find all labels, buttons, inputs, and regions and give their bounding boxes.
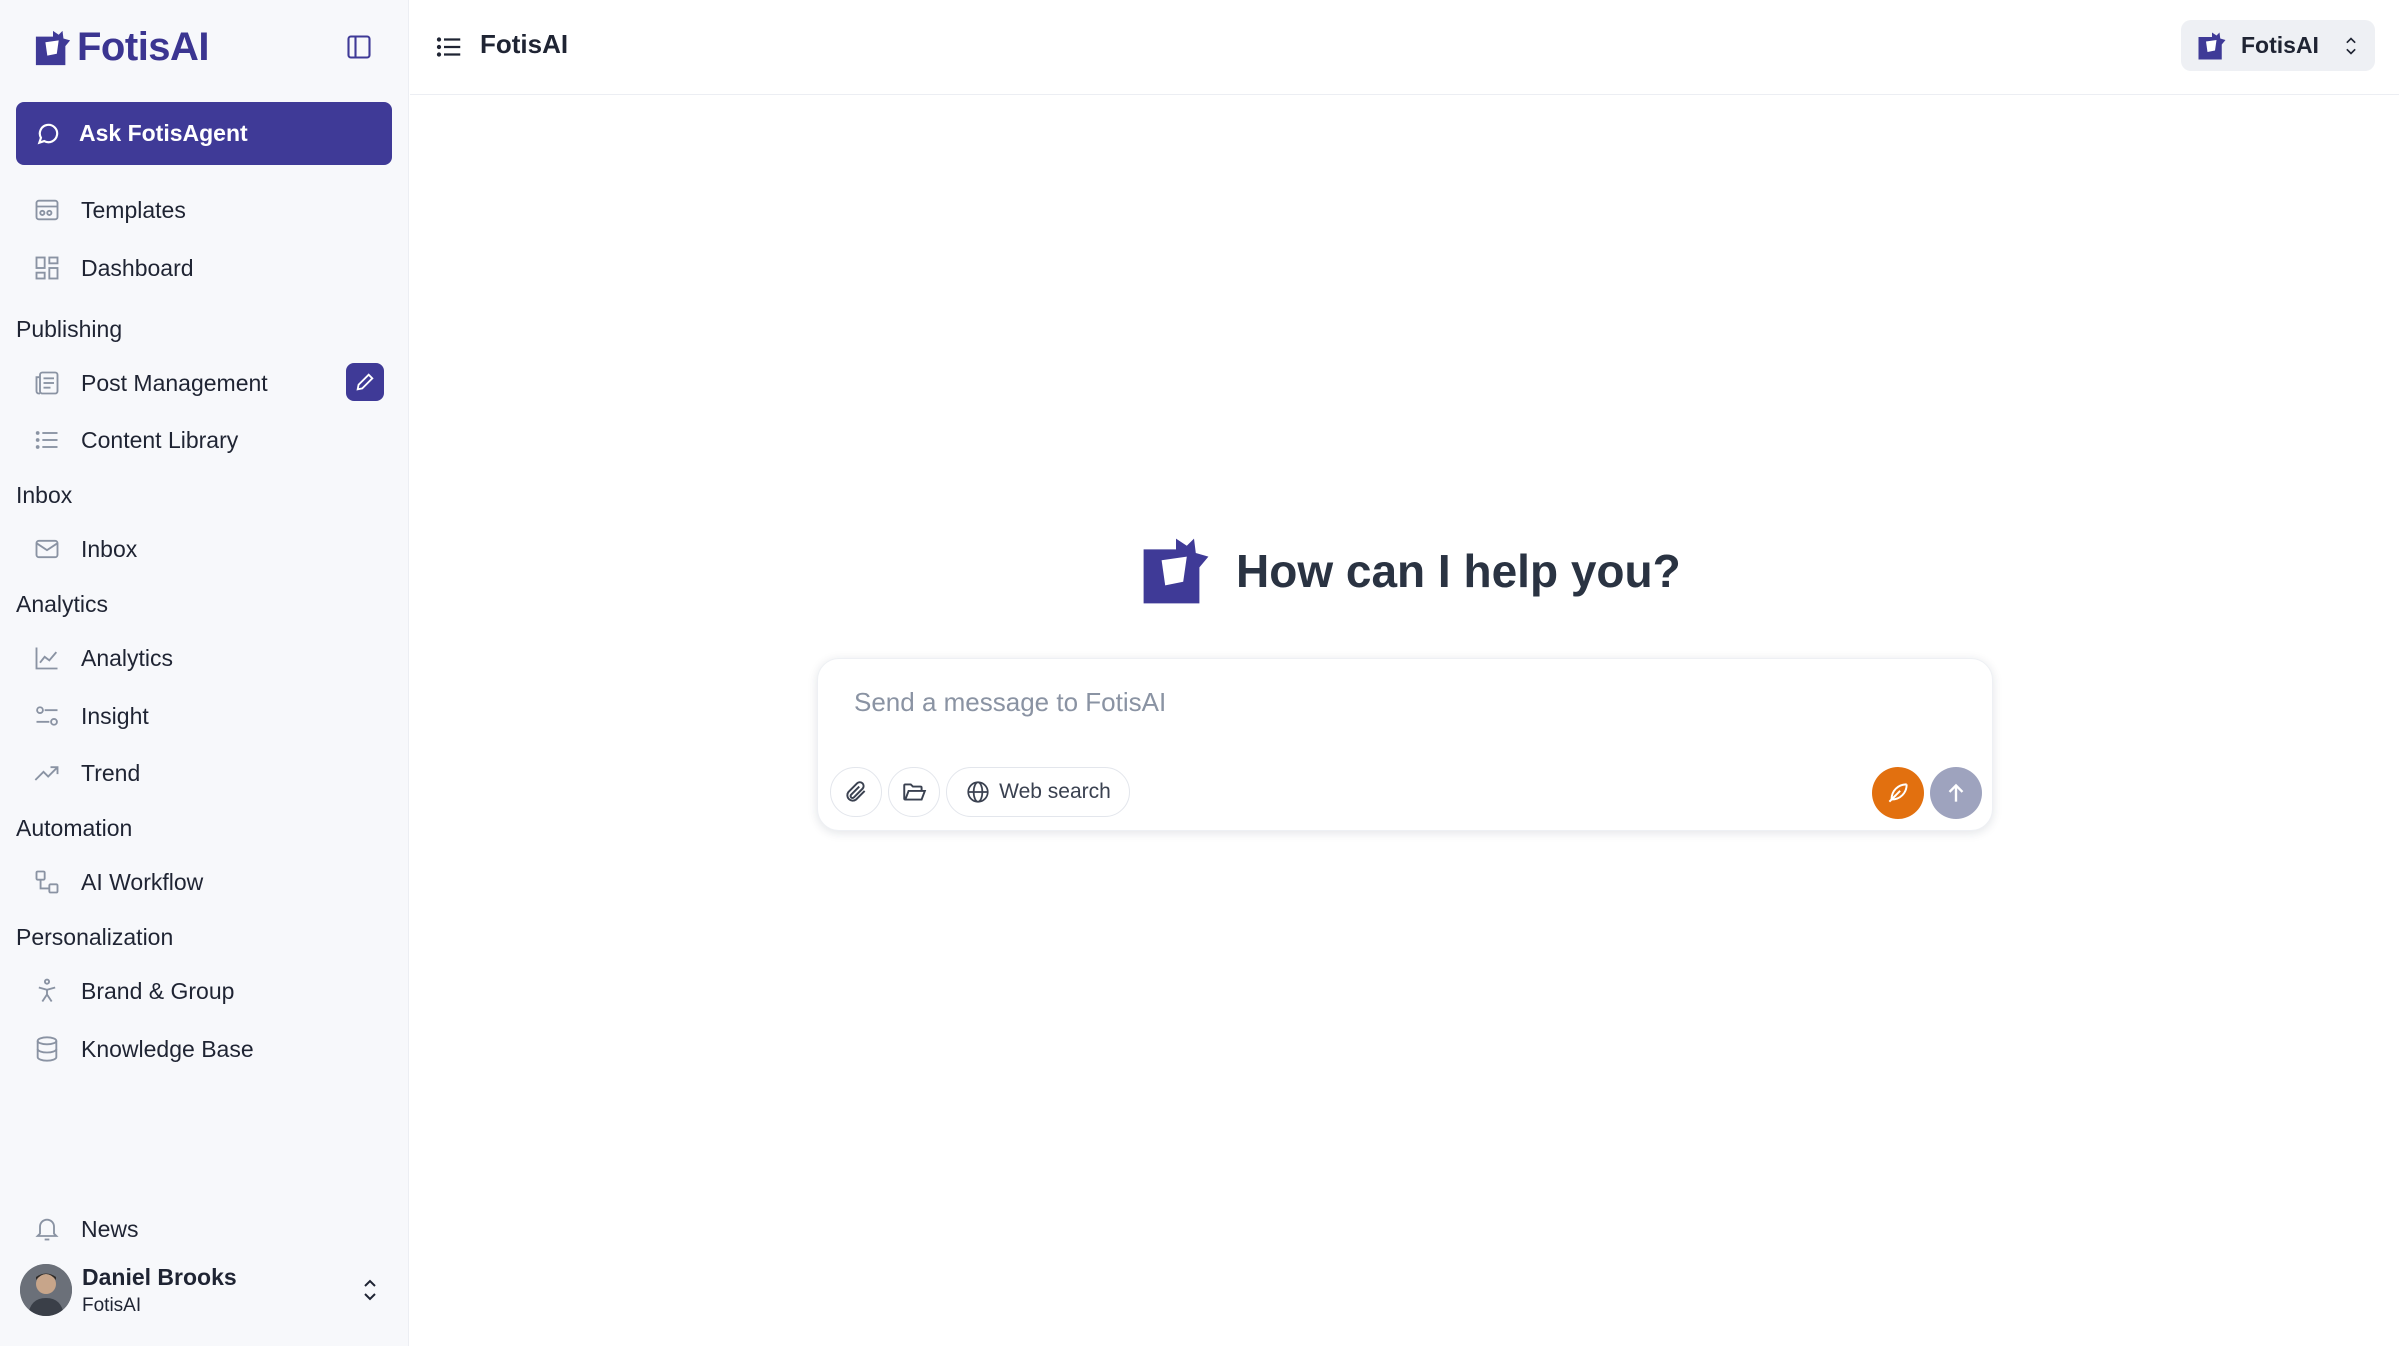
menu-list-icon[interactable] [434,32,464,62]
sidebar-item-dashboard[interactable]: Dashboard [16,243,392,293]
sidebar-item-label: Content Library [81,426,239,453]
section-personalization: Personalization [16,924,174,950]
sidebar-item-post-management[interactable]: Post Management [16,358,392,408]
sidebar-item-label: Dashboard [81,254,194,281]
chevron-up-down-icon [358,1276,382,1309]
bell-icon [32,1214,62,1244]
avatar [20,1264,72,1316]
quick-action-button[interactable] [1872,767,1924,819]
message-input[interactable] [854,687,1854,718]
person-icon [32,976,62,1006]
list-icon [32,425,62,455]
user-avatar-icon [20,1264,72,1316]
sidebar-item-label: Knowledge Base [81,1035,254,1062]
sidebar-item-brand-group[interactable]: Brand & Group [16,966,392,1016]
templates-icon [32,195,62,225]
section-publishing: Publishing [16,316,123,342]
web-search-label: Web search [999,780,1111,803]
sidebar-panel-icon [347,35,371,59]
pencil-icon [356,373,374,391]
sidebar-toggle-button[interactable] [342,30,376,64]
brand-name: FotisAI [77,25,210,69]
sidebar-item-label: Analytics [81,644,174,671]
sidebar-item-label: Post Management [81,369,268,396]
sidebar-item-analytics[interactable]: Analytics [16,633,392,683]
sidebar-item-content-library[interactable]: Content Library [16,415,392,465]
feather-icon [1888,783,1908,803]
sidebar-item-label: Brand & Group [81,977,235,1004]
sidebar-item-label: Insight [81,702,149,729]
sidebar-item-insight[interactable]: Insight [16,691,392,741]
dashboard-icon [32,253,62,283]
mail-icon [32,534,62,564]
user-name: Daniel Brooks [82,1263,237,1290]
sidebar-item-templates[interactable]: Templates [16,185,392,235]
sidebar-item-ai-workflow[interactable]: AI Workflow [16,857,392,907]
folder-icon [903,783,927,801]
database-icon [32,1034,62,1064]
workflow-icon [32,867,62,897]
sidebar-item-label: Trend [81,759,141,786]
section-inbox: Inbox [16,482,73,508]
sidebar-item-news[interactable]: News [16,1204,392,1254]
new-post-button[interactable] [346,363,384,401]
post-icon [32,368,62,398]
sidebar-item-label: Inbox [81,535,138,562]
sidebar-item-label: News [81,1215,139,1242]
workspace-logo-icon [2198,32,2226,59]
workspace-switcher[interactable]: FotisAI [2181,20,2375,71]
ask-fotisagent-label: Ask FotisAgent [79,120,248,146]
page-title: FotisAI [480,29,569,59]
arrow-up-icon [1948,783,1964,802]
chat-bubble-icon [33,119,63,149]
fotisai-logo-icon [1143,538,1209,604]
ask-fotisagent-button[interactable]: Ask FotisAgent [16,102,392,165]
sidebar-item-trend[interactable]: Trend [16,748,392,798]
brand-logo[interactable]: FotisAI [34,25,210,70]
hero-greeting: How can I help you? [1140,535,1681,607]
message-composer: Web search [817,658,1993,831]
insight-icon [32,701,62,731]
globe-icon [967,781,989,803]
top-bar: FotisAI FotisAI [410,0,2399,95]
greeting-title: How can I help you? [1236,545,1681,597]
sidebar-item-label: Templates [81,196,186,223]
fotisai-logo-icon [35,30,71,65]
user-org: FotisAI [82,1294,142,1316]
chevron-up-down-icon [2341,33,2361,64]
open-folder-button[interactable] [888,767,940,817]
send-button[interactable] [1930,767,1982,819]
section-analytics: Analytics [16,591,109,617]
sidebar-item-label: AI Workflow [81,868,204,895]
sidebar: FotisAI Ask FotisAgent Templates Dashboa… [0,0,409,1346]
sidebar-item-inbox[interactable]: Inbox [16,524,392,574]
trend-icon [32,758,62,788]
line-chart-icon [32,643,62,673]
section-automation: Automation [16,815,133,841]
sidebar-item-knowledge-base[interactable]: Knowledge Base [16,1024,392,1074]
attach-button[interactable] [830,767,882,817]
workspace-name: FotisAI [2241,32,2319,58]
web-search-toggle[interactable]: Web search [946,767,1130,817]
paperclip-icon [846,781,866,802]
user-profile-menu[interactable]: Daniel Brooks FotisAI [20,1262,390,1318]
